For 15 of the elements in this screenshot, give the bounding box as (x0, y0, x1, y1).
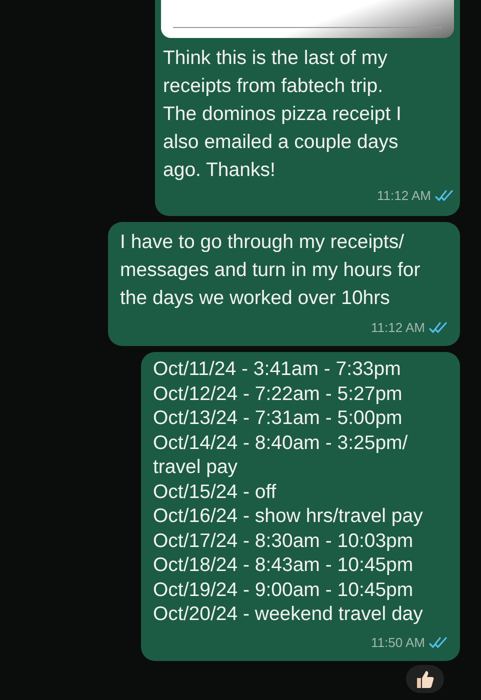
message-line: Oct/17/24 - 8:30am - 10:03pm (153, 528, 414, 553)
message-line: Oct/19/24 - 9:00am - 10:45pm (153, 578, 414, 602)
message-line: Oct/15/24 - off (153, 480, 278, 504)
message-line: Oct/11/24 - 3:41am - 7:33pm (153, 357, 402, 382)
message-line: Oct/16/24 - show hrs/travel pay (153, 504, 424, 528)
message-time: 11:50 AM (371, 634, 425, 652)
message-line: Oct/12/24 - 7:22am - 5:27pm (153, 382, 404, 406)
message-line: Oct/13/24 - 7:31am - 5:00pm (153, 406, 404, 430)
message-time: 11:12 AM (371, 319, 425, 337)
message-text: I have to go through my receipts/ messages and turn in my hours for the days we worked over 10hrs (120, 230, 422, 311)
message-line: Oct/20/24 - weekend travel day (153, 602, 424, 626)
message-line: Oct/14/24 - 8:40am - 3:25pm/ travel pay (153, 430, 409, 480)
message-text: Think this is the last of my receipts from fabtech trip. The dominos pizza receipt I also emailed a couple days ago. Thanks! (162, 46, 402, 183)
message-line: Oct/18/24 - 8:43am - 10:45pm (153, 553, 414, 578)
message-time: 11:12 AM (377, 187, 431, 205)
